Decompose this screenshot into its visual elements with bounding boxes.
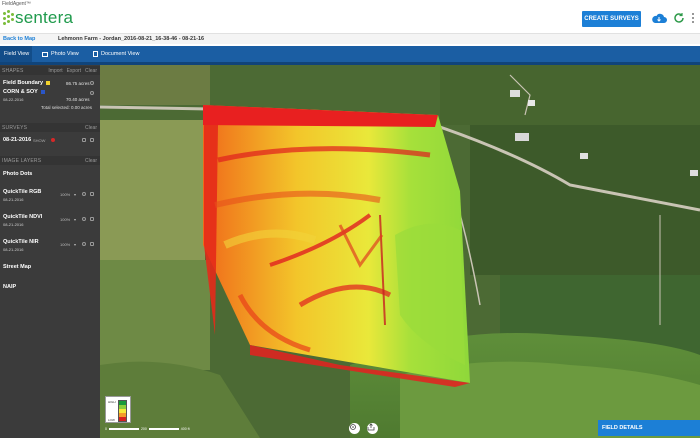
refresh-icon[interactable] (673, 12, 685, 24)
shape-acres: 70.40 acres (66, 97, 90, 102)
survey-date: 08-21-2016 (3, 137, 32, 143)
app-brand-label: FieldAgent™ (2, 1, 31, 7)
field-details-button[interactable]: FIELD DETAILS (598, 420, 700, 436)
layer-opacity[interactable]: 100% (60, 192, 70, 197)
survey-color-dot (51, 138, 55, 142)
share-icon (367, 423, 375, 431)
map-imagery (100, 65, 700, 438)
legend-low-label: LOW (108, 418, 115, 422)
tab-document-view[interactable]: Document View (91, 46, 139, 62)
layer-date: 08-21-2016 (3, 222, 24, 227)
photo-icon (42, 51, 48, 57)
surveys-clear-button[interactable]: Clear (85, 125, 97, 131)
layer-checkbox[interactable] (90, 217, 94, 221)
layer-item-street-map[interactable]: Street Map (3, 264, 31, 270)
share-button[interactable] (367, 423, 378, 434)
chevron-down-icon[interactable]: ▾ (74, 192, 78, 197)
shape-item-field-boundary[interactable]: Field Boundary (3, 80, 51, 86)
scale-label-end: 400 ft (180, 427, 190, 431)
logo-text: sentera (15, 8, 74, 27)
survey-item[interactable]: 08-21-2016 (3, 137, 31, 143)
image-layers-title: IMAGE LAYERS (2, 158, 42, 164)
shapes-clear-button[interactable]: Clear (85, 68, 97, 74)
layer-date: 08-21-2016 (3, 197, 24, 202)
breadcrumb-bar: Back to Map Lehmonn Farm - Jordan_2016-0… (0, 33, 700, 44)
surveys-title: SURVEYS (2, 125, 28, 131)
legend-color-ramp (118, 400, 127, 422)
layer-item-quicktile-nir[interactable]: QuickTile NIR (3, 239, 39, 245)
shape-color-swatch (46, 80, 51, 85)
shapes-section-header: SHAPES Import Export Clear (0, 66, 100, 75)
sentera-logo[interactable]: sentera (2, 8, 73, 28)
shapes-import-button[interactable]: Import (48, 68, 62, 74)
layer-opacity[interactable]: 100% (60, 217, 70, 222)
locate-icon (350, 424, 356, 430)
layer-info-icon[interactable] (82, 192, 86, 196)
layer-item-naip[interactable]: NAIP (3, 284, 16, 290)
layer-item-quicktile-ndvi[interactable]: QuickTile NDVI (3, 214, 42, 220)
locate-button[interactable] (349, 423, 360, 434)
layer-item-quicktile-rgb[interactable]: QuickTile RGB (3, 189, 41, 195)
shapes-export-button[interactable]: Export (67, 68, 81, 74)
shape-name: Field Boundary (3, 80, 44, 86)
chevron-down-icon[interactable]: ▾ (74, 242, 78, 247)
scale-label-start: 0 (105, 427, 107, 431)
cloud-icon[interactable] (651, 12, 667, 24)
scale-bar-graphic (148, 428, 179, 430)
map-scale-bar: 0 200 400 ft (105, 427, 190, 431)
tab-label: Photo View (51, 51, 79, 57)
shape-item-corn-soy[interactable]: CORN & SOY (3, 89, 45, 95)
visibility-toggle-icon[interactable] (90, 81, 94, 85)
layer-info-icon[interactable] (82, 242, 86, 246)
tab-field-view[interactable]: Field View (0, 46, 32, 62)
view-tabs: Field View Photo View Document View (0, 46, 700, 62)
document-icon (93, 51, 98, 57)
scale-bar-graphic (108, 428, 139, 430)
tab-label: Document View (101, 51, 140, 57)
total-selected-acres: Total selected: 0.00 acres (41, 105, 93, 110)
tab-photo-view[interactable]: Photo View (40, 46, 79, 62)
shapes-title: SHAPES (2, 68, 24, 74)
logo-mark-icon (2, 10, 14, 26)
layer-checkbox[interactable] (90, 242, 94, 246)
ndvi-legend: HIGH LOW (105, 396, 131, 423)
shape-date: 08-22-2016 (3, 97, 24, 102)
layer-info-icon[interactable] (82, 217, 86, 221)
layer-item-photo-dots[interactable]: Photo Dots (3, 171, 32, 177)
survey-checkbox[interactable] (90, 138, 94, 142)
visibility-toggle-icon[interactable] (90, 91, 94, 95)
shape-color-swatch (40, 89, 45, 94)
layers-sidebar: SHAPES Import Export Clear Field Boundar… (0, 65, 100, 438)
shape-acres: 86.75 acres (66, 81, 90, 86)
shape-name: CORN & SOY (3, 89, 38, 95)
image-layers-section-header: IMAGE LAYERS Clear (0, 156, 100, 165)
layer-date: 08-21-2016 (3, 247, 24, 252)
scale-label-mid: 200 (140, 427, 147, 431)
image-layers-clear-button[interactable]: Clear (85, 158, 97, 164)
surveys-section-header: SURVEYS Clear (0, 123, 100, 132)
more-menu-icon[interactable] (690, 13, 696, 23)
survey-title: Lehmonn Farm - Jordan_2016-08-21_16-38-4… (58, 36, 205, 42)
legend-high-label: HIGH (108, 400, 116, 404)
create-surveys-button[interactable]: CREATE SURVEYS (582, 11, 641, 27)
app-window: FieldAgent™ sentera CREATE SURVEYS Back … (0, 0, 700, 438)
survey-tag: SHOW (33, 138, 46, 143)
map-canvas[interactable]: HIGH LOW 0 200 400 ft FIELD DETAILS (100, 65, 700, 438)
survey-settings-icon[interactable] (82, 138, 86, 142)
chevron-down-icon[interactable]: ▾ (74, 217, 78, 222)
tab-label: Field View (4, 51, 30, 57)
back-to-map-link[interactable]: Back to Map (3, 36, 35, 42)
top-header: FieldAgent™ sentera CREATE SURVEYS (0, 0, 700, 33)
layer-opacity[interactable]: 100% (60, 242, 70, 247)
layer-checkbox[interactable] (90, 192, 94, 196)
